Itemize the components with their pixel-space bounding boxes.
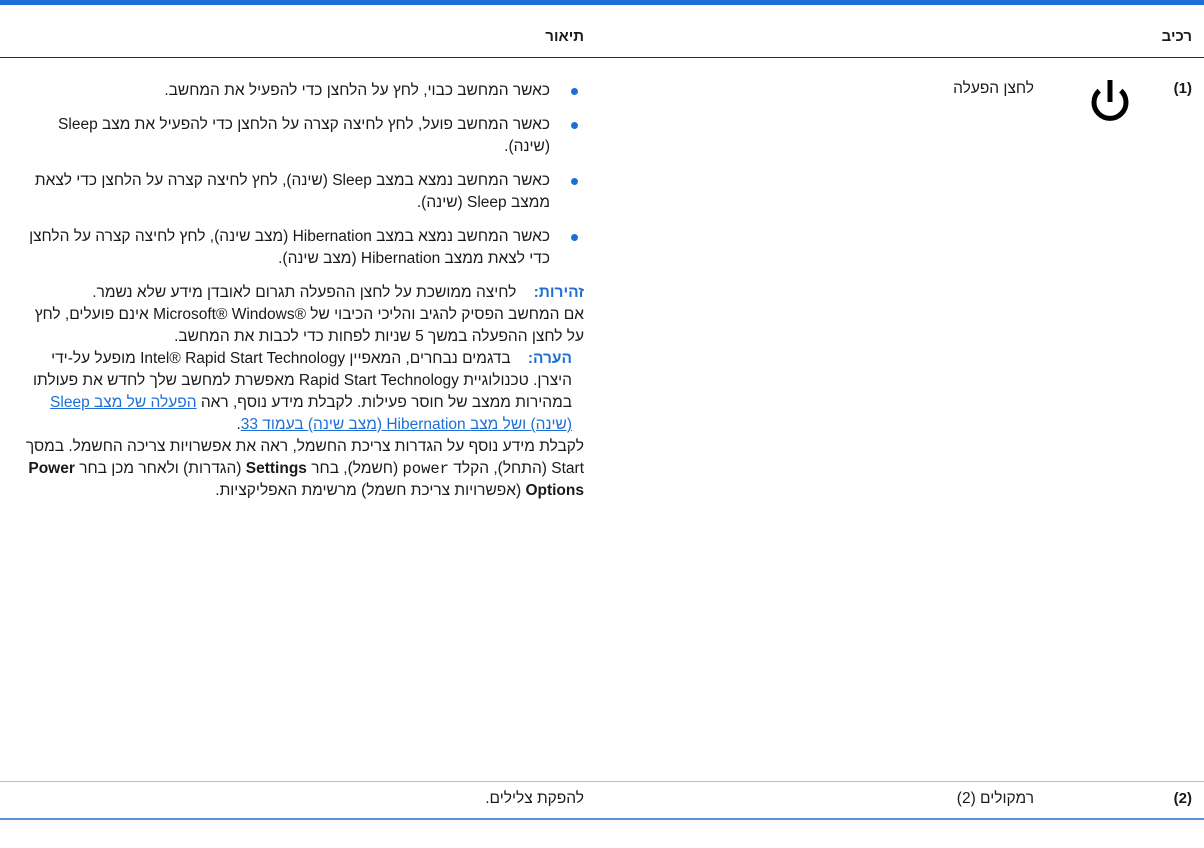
list-item: כאשר המחשב כבוי, לחץ על הלחצן כדי להפעיל… [14, 80, 584, 102]
windows-paragraph: אם המחשב הפסיק להגיב והליכי הכיבוי של ®M… [34, 306, 584, 345]
caution-text: לחיצה ממושכת על לחצן ההפעלה תגרום לאובדן… [92, 284, 517, 301]
header-divider [0, 57, 1204, 58]
list-item: כאשר המחשב נמצא במצב Sleep (שינה), לחץ ל… [14, 170, 584, 214]
settings-term: Settings [245, 460, 307, 477]
bullet-list: כאשר המחשב כבוי, לחץ על הלחצן כדי להפעיל… [14, 80, 584, 270]
row-number: (2) [1173, 790, 1192, 807]
power-code: power [402, 460, 449, 478]
power-text-b: (חשמל), בחר [311, 460, 399, 477]
table-bottom-rule [0, 818, 1204, 820]
header-description: תיאור [545, 28, 584, 45]
row-description: כאשר המחשב כבוי, לחץ על הלחצן כדי להפעיל… [14, 80, 584, 502]
component-name: לחצן הפעלה [953, 80, 1034, 97]
note-callout: הערה: בדגמים נבחרים, המאפיין Intel® Rapi… [14, 348, 584, 436]
header-component: רכיב [1161, 28, 1192, 45]
power-icon [1084, 76, 1136, 128]
list-item: כאשר המחשב נמצא במצב Hibernation (מצב שי… [14, 226, 584, 270]
caution-callout: זהירות: לחיצה ממושכת על לחצן ההפעלה תגרו… [14, 282, 584, 304]
power-options-paragraph: לקבלת מידע נוסף על הגדרות צריכת החשמל, ר… [14, 436, 584, 502]
list-item: כאשר המחשב פועל, לחץ לחיצה קצרה על הלחצן… [14, 114, 584, 158]
power-text-c: (הגדרות) ולאחר מכן בחר [79, 460, 242, 477]
note-label: הערה: [527, 350, 572, 367]
row-divider [0, 781, 1204, 782]
power-text-d: (אפשרויות צריכת חשמל) מרשימת האפליקציות. [215, 482, 522, 499]
caution-label: זהירות: [533, 284, 584, 301]
row-number: (1) [1173, 80, 1192, 97]
row-description: להפקת צלילים. [485, 790, 584, 807]
component-name: רמקולים (2) [956, 790, 1034, 807]
top-blue-rule [0, 0, 1204, 5]
